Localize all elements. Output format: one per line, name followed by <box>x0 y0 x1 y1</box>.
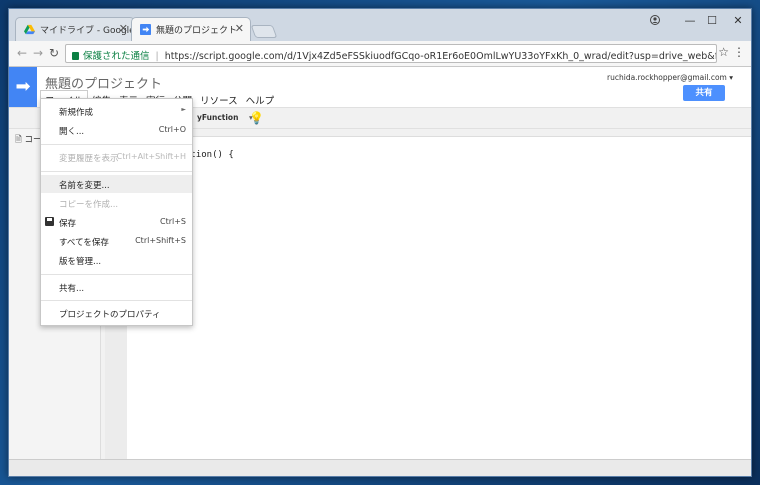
menu-item-label: プロジェクトのプロパティ <box>59 310 161 320</box>
submenu-arrow-icon: ► <box>181 106 186 113</box>
share-button[interactable]: 共有 <box>683 85 725 101</box>
menu-item-project-properties[interactable]: プロジェクトのプロパティ <box>41 304 192 322</box>
lock-icon <box>72 52 79 60</box>
file-menu-dropdown: 新規作成 ► 開く... Ctrl+O 変更履歴を表示 Ctrl+Alt+Shi… <box>40 98 193 326</box>
menu-item-make-copy: コピーを作成... <box>41 194 192 212</box>
title-bar: マイドライブ - Google ドライブ ✕ 無題のプロジェクト ✕ — ☐ ✕ <box>9 9 751 41</box>
menu-item-save-all[interactable]: すべてを保存 Ctrl+Shift+S <box>41 232 192 250</box>
apps-script-icon <box>140 24 151 35</box>
menu-shortcut: Ctrl+O <box>158 125 186 134</box>
menu-shortcut: Ctrl+Alt+Shift+H <box>116 152 186 161</box>
menu-item-save[interactable]: 保存 Ctrl+S <box>41 213 192 231</box>
tab-untitled-project[interactable]: 無題のプロジェクト ✕ <box>131 17 251 41</box>
menu-separator <box>41 144 192 145</box>
menu-shortcut: Ctrl+S <box>159 217 186 226</box>
function-select-value: yFunction <box>197 113 239 122</box>
menu-item-new[interactable]: 新規作成 ► <box>41 102 192 120</box>
lightbulb-icon[interactable]: 💡 <box>249 111 264 125</box>
menu-item-label: 開く... <box>59 127 85 137</box>
address-bar[interactable]: 保護された通信 | https://script.google.com/d/1V… <box>65 44 717 63</box>
menu-item-rename[interactable]: 名前を変更... <box>41 175 192 193</box>
menu-item-manage-versions[interactable]: 版を管理... <box>41 251 192 269</box>
forward-arrow-icon[interactable]: → <box>33 46 43 60</box>
function-select[interactable]: yFunction ▾ <box>197 113 253 122</box>
url-text: https://script.google.com/d/1Vjx4Zd5eFSS… <box>164 51 717 62</box>
menu-item-label: 版を管理... <box>59 257 102 267</box>
address-separator: | <box>155 51 159 62</box>
code-editor[interactable]: ction() { <box>127 137 751 459</box>
menu-item-label: 共有... <box>59 284 85 294</box>
browser-menu-icon[interactable]: ⋮ <box>733 45 745 59</box>
file-icon: 🗎 <box>15 135 22 145</box>
close-window-button[interactable]: ✕ <box>725 14 751 27</box>
browser-toolbar: ← → ↻ 保護された通信 | https://script.google.co… <box>9 41 751 67</box>
apps-script-logo-icon[interactable]: ➡ <box>9 67 37 107</box>
google-drive-icon <box>24 24 35 35</box>
file-name: コー <box>24 135 42 145</box>
menu-item-label: 保存 <box>59 219 77 229</box>
status-bar <box>9 459 751 476</box>
menu-item-revision-history: 変更履歴を表示 Ctrl+Alt+Shift+H <box>41 148 192 166</box>
menu-separator <box>41 274 192 275</box>
secure-label: 保護された通信 <box>83 51 150 62</box>
browser-window: マイドライブ - Google ドライブ ✕ 無題のプロジェクト ✕ — ☐ ✕… <box>8 8 752 477</box>
profile-icon[interactable] <box>650 15 660 25</box>
bookmark-star-icon[interactable]: ☆ <box>718 45 729 59</box>
tab-google-drive[interactable]: マイドライブ - Google ドライブ ✕ <box>15 17 135 41</box>
reload-icon[interactable]: ↻ <box>49 46 59 60</box>
menu-item-label: コピーを作成... <box>59 200 119 210</box>
maximize-button[interactable]: ☐ <box>699 14 725 27</box>
menu-shortcut: Ctrl+Shift+S <box>135 236 186 245</box>
menu-item-open[interactable]: 開く... Ctrl+O <box>41 121 192 139</box>
menu-separator <box>41 171 192 172</box>
back-arrow-icon[interactable]: ← <box>17 46 27 60</box>
menu-item-label: 名前を変更... <box>59 181 110 191</box>
menu-item-label: 新規作成 <box>59 108 94 118</box>
account-email[interactable]: ruchida.rockhopper@gmail.com ▾ <box>607 73 733 82</box>
editor-tabs-strip <box>105 129 751 137</box>
menu-item-label: 変更履歴を表示 <box>59 154 119 164</box>
menu-separator <box>41 300 192 301</box>
menu-item-share[interactable]: 共有... <box>41 278 192 296</box>
menu-item-label: すべてを保存 <box>59 238 109 248</box>
tab-title: 無題のプロジェクト <box>156 26 238 36</box>
save-icon <box>45 217 54 226</box>
tab-close-icon[interactable]: ✕ <box>119 22 128 35</box>
tab-close-icon[interactable]: ✕ <box>235 22 244 35</box>
new-tab-button[interactable] <box>250 25 278 38</box>
sidebar-file-item[interactable]: 🗎 コー <box>15 133 42 148</box>
